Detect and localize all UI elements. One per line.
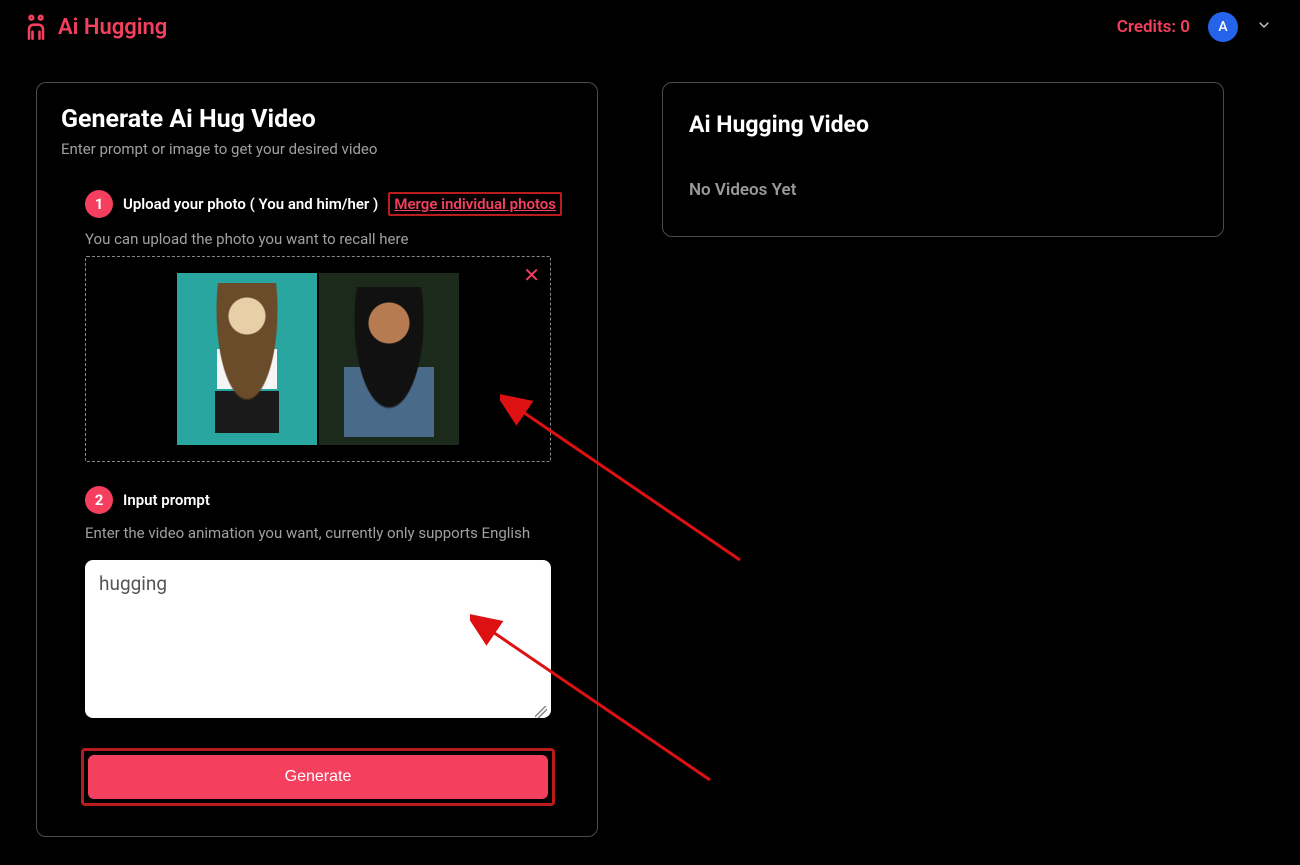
credits-label[interactable]: Credits: 0: [1117, 17, 1190, 37]
step-2-badge: 2: [85, 486, 113, 514]
step-1-row: 1 Upload your photo ( You and him/her ) …: [85, 190, 573, 218]
avatar-letter: A: [1218, 19, 1227, 35]
uploaded-photo-1[interactable]: [177, 273, 317, 445]
step-2-row: 2 Input prompt: [85, 486, 573, 514]
panel-subtitle: Enter prompt or image to get your desire…: [61, 140, 573, 158]
content: Generate Ai Hug Video Enter prompt or im…: [0, 54, 1300, 865]
header-right: Credits: 0 A: [1117, 12, 1272, 42]
merge-photos-link[interactable]: Merge individual photos: [388, 192, 562, 216]
brand[interactable]: Ai Hugging: [22, 13, 167, 41]
step-2-label: Input prompt: [123, 491, 210, 509]
close-icon[interactable]: ✕: [523, 263, 540, 287]
generate-button[interactable]: Generate: [88, 755, 548, 799]
upload-hint: You can upload the photo you want to rec…: [85, 230, 573, 248]
videos-panel: Ai Hugging Video No Videos Yet: [662, 82, 1224, 237]
prompt-hint: Enter the video animation you want, curr…: [85, 524, 573, 542]
chevron-down-icon[interactable]: [1256, 17, 1272, 37]
step-1-badge: 1: [85, 190, 113, 218]
avatar[interactable]: A: [1208, 12, 1238, 42]
no-videos-text: No Videos Yet: [689, 180, 1197, 200]
generate-panel: Generate Ai Hug Video Enter prompt or im…: [36, 82, 598, 837]
prompt-input[interactable]: [85, 560, 551, 718]
header: Ai Hugging Credits: 0 A: [0, 0, 1300, 54]
uploaded-photo-2[interactable]: [319, 273, 459, 445]
panel-title: Generate Ai Hug Video: [61, 105, 573, 134]
upload-dropzone[interactable]: ✕: [85, 256, 551, 462]
videos-title: Ai Hugging Video: [689, 111, 1197, 138]
brand-text: Ai Hugging: [58, 15, 167, 40]
logo-icon: [22, 13, 50, 41]
step-1-label: Upload your photo ( You and him/her ): [123, 195, 378, 213]
generate-highlight: Generate: [81, 748, 555, 806]
